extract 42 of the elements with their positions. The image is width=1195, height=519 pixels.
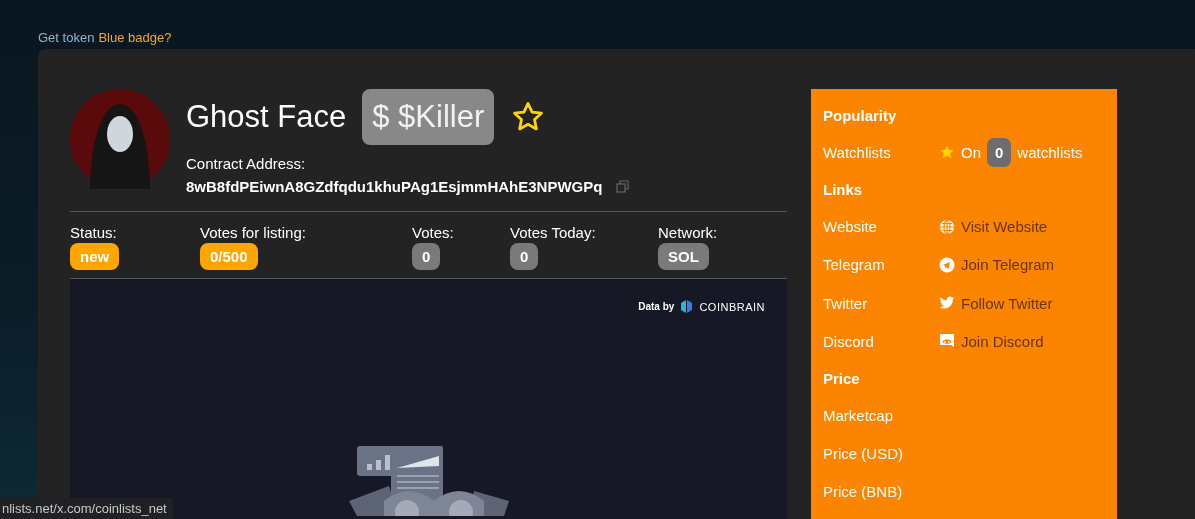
social-link[interactable]: Follow Twitter <box>961 294 1053 312</box>
watchlist-suffix: watchlists <box>1017 143 1083 161</box>
row-label: Telegram <box>823 256 886 274</box>
brain-logo-icon <box>679 299 695 314</box>
contract-address: 8wB8fdPEiwnA8GZdfqdu1khuPAg1EsjmmHAhE3NPWGPq <box>186 178 603 195</box>
social-link[interactable]: Visit Website <box>961 218 1048 236</box>
badge-link[interactable]: Blue badge? <box>98 30 172 49</box>
section-title: Price <box>823 368 861 389</box>
row-label: Twitter <box>823 294 869 312</box>
contract-label: Contract Address: <box>186 155 307 172</box>
star-icon <box>939 144 955 161</box>
row-label: Price (USD) <box>823 445 904 463</box>
stat-label: Network: <box>658 224 718 241</box>
section-title: Popularity <box>823 105 898 126</box>
stat-value: new <box>70 243 120 270</box>
row-label: Watchlists <box>823 143 892 161</box>
stat-label: Votes for listing: <box>200 224 306 241</box>
discord-icon <box>939 333 955 350</box>
stat-value: 0/500 <box>200 243 258 270</box>
stat-label: Status: <box>70 224 117 241</box>
brand-name: COINBRAIN <box>699 300 765 313</box>
row-label: Discord <box>823 332 875 350</box>
stat-value: 0 <box>412 243 441 270</box>
get-token-text: Get token <box>38 30 95 47</box>
watchlist-prefix: On <box>961 143 981 161</box>
telegram-icon <box>939 256 955 273</box>
social-link[interactable]: Join Telegram <box>961 256 1055 274</box>
credit-text: Data by <box>638 301 675 312</box>
stat-label: Votes: <box>412 224 454 241</box>
status-bar-url: nlists.net/x.com/coinlists_net <box>0 498 173 519</box>
token-symbol: $ $Killer <box>362 89 495 145</box>
stat-value: SOL <box>658 243 709 270</box>
stat-value: 0 <box>510 243 539 270</box>
row-label: Marketcap <box>823 407 895 425</box>
social-link[interactable]: Join Discord <box>961 332 1044 350</box>
globe-icon <box>939 218 955 235</box>
watchlist-count: 0 <box>987 137 1012 167</box>
row-label: Price (BNB) <box>823 483 904 501</box>
row-label: Website <box>823 218 878 236</box>
stat-label: Votes Today: <box>510 224 596 241</box>
section-title: Links <box>823 180 864 201</box>
token-name: Ghost Face <box>186 99 347 135</box>
